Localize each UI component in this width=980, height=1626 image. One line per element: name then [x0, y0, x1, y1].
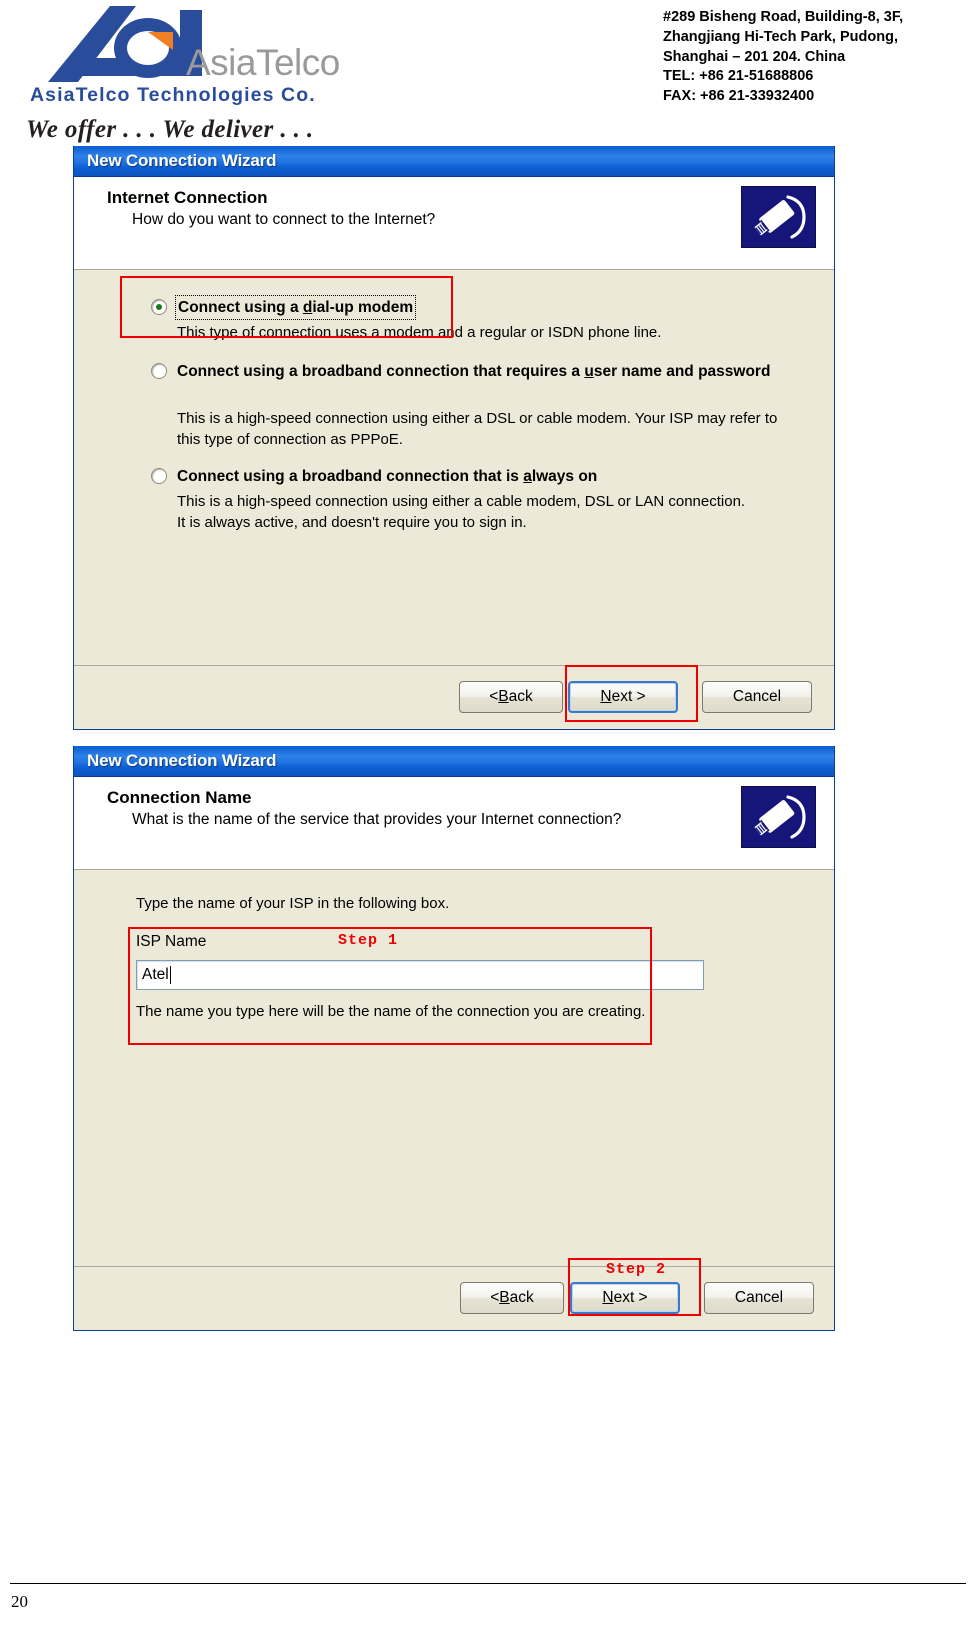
isp-instruction: Type the name of your ISP in the followi… — [136, 895, 450, 912]
new-connection-wizard-connection-name[interactable]: New Connection Wizard Connection Name Wh… — [73, 746, 835, 1331]
annotation-step-1-label: Step 1 — [338, 932, 399, 949]
address-line: Zhangjiang Hi-Tech Park, Pudong, — [663, 28, 898, 45]
cancel-button[interactable]: Cancel — [702, 681, 812, 713]
modem-plug-icon — [741, 186, 816, 248]
company-address: #289 Bisheng Road, Building-8, 3F, Zhang… — [663, 8, 980, 107]
page-number: 20 — [11, 1592, 28, 1611]
back-button[interactable]: < Back — [460, 1282, 564, 1314]
dialog1-header-subtitle: How do you want to connect to the Intern… — [132, 211, 436, 228]
isp-name-label: ISP Name — [136, 933, 207, 950]
text-caret — [169, 966, 171, 984]
logo-company-name: AsiaTelco Technologies Co. — [30, 84, 316, 106]
cancel-button[interactable]: Cancel — [704, 1282, 814, 1314]
radio-option-broadband-always-on-label: Connect using a broadband connection tha… — [177, 468, 598, 485]
radio-broadband-always-on-indicator[interactable] — [151, 468, 167, 484]
dialog1-header-title: Internet Connection — [107, 188, 268, 207]
dialog1-titlebar[interactable]: New Connection Wizard — [74, 146, 834, 177]
dialog1-header: Internet Connection How do you want to c… — [74, 177, 834, 270]
new-connection-wizard-internet-connection[interactable]: New Connection Wizard Internet Connectio… — [73, 146, 835, 730]
dialog1-title: New Connection Wizard — [87, 151, 277, 170]
radio-dialup-indicator[interactable] — [151, 299, 167, 315]
radio-option-broadband-credentials-label: Connect using a broadband connection tha… — [177, 363, 771, 380]
logo-tagline: We offer . . . We deliver . . . — [26, 116, 314, 143]
footer-divider — [10, 1583, 966, 1584]
radio-broadband-credentials-indicator[interactable] — [151, 363, 167, 379]
annotation-step-2-label: Step 2 — [606, 1261, 667, 1278]
dialog2-footer: < Back Next > Cancel — [74, 1266, 834, 1328]
logo-wordmark: AsiaTelco — [186, 42, 340, 83]
next-button[interactable]: Next > — [568, 681, 678, 713]
modem-plug-icon — [741, 786, 816, 848]
radio-option-broadband-credentials-description: This is a high-speed connection using ei… — [177, 410, 778, 448]
radio-option-dialup-description: This type of connection uses a modem and… — [177, 324, 662, 341]
isp-name-input-value: Atel — [142, 966, 169, 983]
phone-line: TEL: +86 21-51688806 — [663, 68, 814, 85]
dialog1-footer: < Back Next > Cancel — [74, 665, 834, 727]
back-button[interactable]: < Back — [459, 681, 563, 713]
company-logo: AsiaTelco AsiaTelco Technologies Co. We … — [18, 2, 438, 150]
radio-option-broadband-always-on-description: This is a high-speed connection using ei… — [177, 493, 746, 531]
letterhead: AsiaTelco AsiaTelco Technologies Co. We … — [0, 0, 980, 150]
isp-hint: The name you type here will be the name … — [136, 1003, 646, 1020]
dialog2-title: New Connection Wizard — [87, 751, 277, 770]
dialog2-titlebar[interactable]: New Connection Wizard — [74, 746, 834, 777]
isp-name-input[interactable]: Atel — [136, 960, 704, 990]
dialog2-header-subtitle: What is the name of the service that pro… — [132, 811, 622, 828]
address-line: #289 Bisheng Road, Building-8, 3F, — [663, 9, 904, 25]
dialog2-body: Type the name of your ISP in the followi… — [74, 870, 834, 1266]
next-button[interactable]: Next > — [570, 1282, 680, 1314]
dialog1-body: Connect using a dial-up modem This type … — [74, 270, 834, 665]
dialog2-header: Connection Name What is the name of the … — [74, 777, 834, 870]
fax-line: FAX: +86 21-33932400 — [663, 88, 815, 105]
radio-option-dialup-label: Connect using a dial-up modem — [174, 295, 417, 320]
dialog2-header-title: Connection Name — [107, 788, 252, 807]
address-line: Shanghai – 201 204. China — [663, 48, 846, 65]
